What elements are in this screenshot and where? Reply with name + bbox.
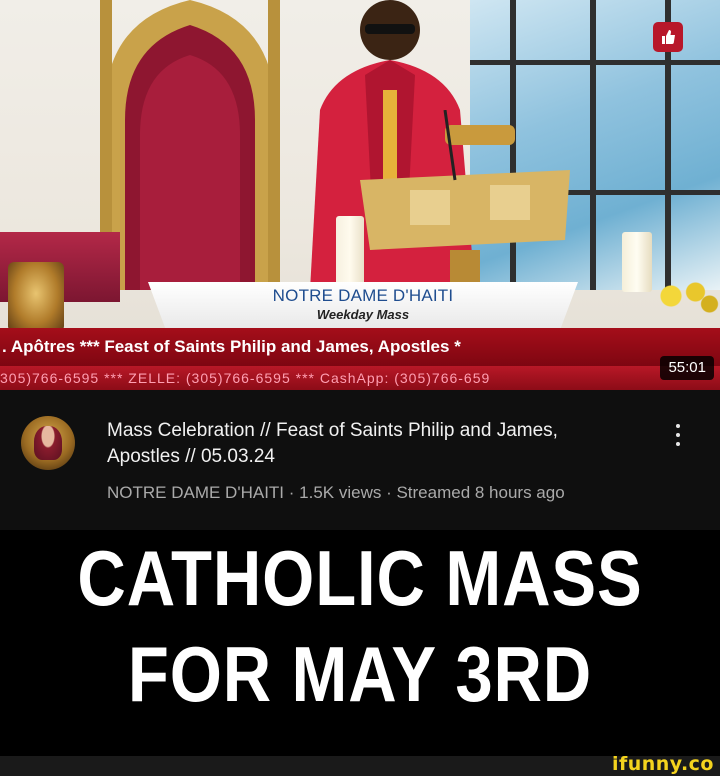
altar-candle (622, 232, 652, 292)
video-thumbnail[interactable]: NOTRE DAME D'HAITI Weekday Mass . Apôtre… (0, 0, 720, 390)
kebab-menu-icon[interactable] (668, 420, 688, 450)
news-ticker-top: . Apôtres *** Feast of Saints Philip and… (0, 328, 720, 366)
channel-avatar[interactable] (21, 416, 75, 470)
video-title[interactable]: Mass Celebration // Feast of Saints Phil… (107, 418, 627, 470)
channel-logo-icon (8, 262, 64, 332)
ifunny-watermark: ifunny.co (611, 753, 714, 775)
video-info: NOTRE DAME D'HAITI · 1.5K views · Stream… (107, 483, 565, 502)
flowers (650, 276, 720, 316)
caption-line-1: CATHOLIC MASS (77, 534, 643, 622)
watermark-bar: ifunny.co (0, 753, 720, 776)
meme-caption: CATHOLIC MASS FOR MAY 3RD (50, 530, 669, 756)
duration-badge: 55:01 (660, 356, 714, 380)
altar-candle (336, 216, 364, 286)
thumbs-up-icon (653, 22, 683, 52)
lower-third-banner: NOTRE DAME D'HAITI Weekday Mass (148, 282, 578, 328)
video-metadata-row: Mass Celebration // Feast of Saints Phil… (0, 390, 720, 530)
lectern (350, 109, 580, 290)
lower-third-title: NOTRE DAME D'HAITI (272, 286, 454, 305)
lower-third-subtitle: Weekday Mass (316, 307, 410, 322)
caption-line-2: FOR MAY 3RD (127, 630, 593, 718)
news-ticker-bottom: 305)766-6595 *** ZELLE: (305)766-6595 **… (0, 366, 720, 390)
presider-chair (95, 0, 285, 290)
